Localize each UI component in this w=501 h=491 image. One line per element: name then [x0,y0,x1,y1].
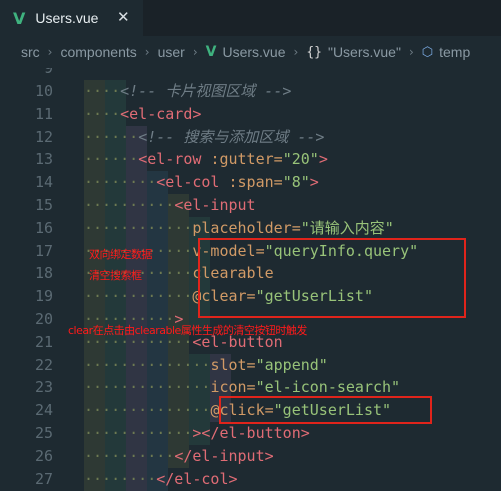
chevron-right-icon: › [293,45,299,59]
tag: > [318,150,328,168]
attribute: :span= [228,173,283,191]
line-number: 18 [34,264,53,282]
tag: ></el-button> [192,424,310,442]
vue-icon: V [205,44,217,60]
breadcrumb: src › components › user › V Users.vue › … [0,36,501,68]
line-number: 17 [34,242,53,260]
attribute: slot= [210,356,256,374]
tag: </el-input> [174,447,274,465]
chevron-right-icon: › [192,45,198,59]
code-editor[interactable]: 9 10 11 12 13 14 15 16 17 18 19 20 21 22… [0,68,501,491]
vue-icon: V [13,8,26,28]
line-number: 25 [34,424,53,442]
string: "append" [255,356,328,374]
comment: <!-- 搜索与添加区域 --> [138,128,325,146]
breadcrumb-users-vue-symbol[interactable]: "Users.vue" [328,44,401,60]
tag: > [309,173,319,191]
line-number: 20 [34,310,53,328]
code-line-13: ······<el-row :gutter="20"> [84,150,328,168]
annotation-note: 双向绑定数据 [89,248,153,261]
attribute: icon= [210,378,256,396]
line-number: 11 [34,105,53,123]
annotation-note: 清空搜索框 [89,269,142,282]
tag: <el-row [138,150,211,168]
code-line-22: ··············slot="append" [84,356,328,374]
cube-icon: ⬡ [421,44,434,60]
string: "8" [282,173,310,191]
code-line-14: ········<el-col :span="8"> [84,173,319,191]
tab-title: Users.vue [35,10,99,26]
tag: <el-input [174,196,256,214]
line-number: 23 [34,378,53,396]
tag: <el-col [156,173,229,191]
braces-icon: {} [306,44,322,60]
breadcrumb-components[interactable]: components [60,44,136,60]
code-line-27: ········</el-col> [84,470,238,488]
string: "el-icon-search" [255,378,401,396]
code-line-26: ··········</el-input> [84,447,274,465]
breadcrumb-src[interactable]: src [21,44,40,60]
attribute: :gutter= [210,150,283,168]
line-number: 15 [34,196,53,214]
code-line-16: ············placeholder="请输入内容" [84,219,394,237]
line-number: 12 [34,128,53,146]
breadcrumb-template[interactable]: temp [439,44,470,60]
chevron-right-icon: › [47,45,53,59]
line-number: 21 [34,333,53,351]
breadcrumb-user[interactable]: user [158,44,185,60]
line-number: 9 [43,68,53,77]
line-number: 13 [34,150,53,168]
attribute: placeholder= [192,219,301,237]
code-line-15: ··········<el-input [84,196,256,214]
code-line-12: ······<!-- 搜索与添加区域 --> [84,128,325,146]
string: "请输入内容" [300,219,394,237]
tag: </el-col> [156,470,238,488]
chevron-right-icon: › [408,45,414,59]
code-line-11: ····<el-card> [84,105,202,123]
code-line-10: ····<!-- 卡片视图区域 --> [84,82,292,100]
comment: <!-- 卡片视图区域 --> [120,82,292,100]
line-number: 16 [34,219,53,237]
line-number: 10 [34,82,53,100]
string: "20" [282,150,319,168]
line-number: 26 [34,447,53,465]
line-number: 19 [34,287,53,305]
line-number: 27 [34,470,53,488]
chevron-right-icon: › [144,45,150,59]
annotation-note: clear在点击由clearable属性生成的清空按钮时触发 [68,324,307,337]
editor-tab-bar: V Users.vue ✕ [0,0,501,36]
line-number: 14 [34,173,53,191]
tag: <el-card> [120,105,202,123]
breadcrumb-users-vue[interactable]: Users.vue [222,44,285,60]
line-number: 24 [34,401,53,419]
close-icon[interactable]: ✕ [117,8,130,26]
highlight-box-input-attrs [198,238,466,318]
line-number: 22 [34,356,53,374]
highlight-box-click-attr [219,396,432,424]
code-line-25: ············></el-button> [84,424,310,442]
